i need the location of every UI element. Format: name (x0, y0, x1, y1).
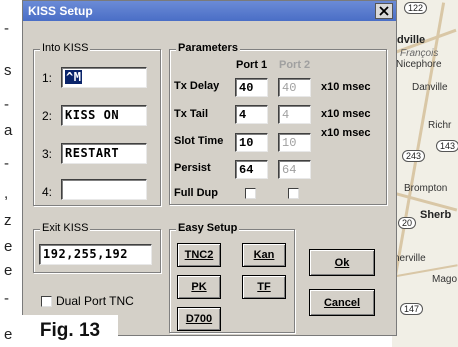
kiss-row-number: 1: (42, 71, 53, 85)
map-label: Danville (412, 82, 448, 93)
close-icon (379, 6, 389, 16)
page-glyph: e (4, 238, 13, 255)
route-shield: 147 (400, 303, 424, 315)
param-unit: x10 msec (321, 108, 371, 120)
page-glyph: a (4, 122, 13, 139)
easy-setup-label: Easy Setup (176, 222, 240, 234)
slot-time-port2-field[interactable]: 10 (278, 133, 311, 152)
map-label: dville (397, 34, 426, 46)
into-kiss-field-3[interactable]: RESTART (61, 143, 147, 164)
tx-delay-port2-field[interactable]: 40 (278, 78, 311, 97)
page-glyph: - (4, 290, 9, 307)
background-page-strip: - s - a - , z e e - e (0, 0, 22, 347)
into-kiss-field-2[interactable]: KISS ON (61, 105, 147, 126)
map-label: nerville (394, 253, 426, 264)
full-dup-label: Full Dup (174, 187, 218, 199)
page-glyph: , (4, 185, 9, 202)
port-2-header: Port 2 (279, 59, 311, 71)
port-1-header: Port 1 (236, 59, 268, 71)
route-shield: 122 (404, 2, 428, 14)
dual-port-tnc-checkbox[interactable] (41, 296, 52, 307)
parameters-label: Parameters (176, 42, 240, 54)
kiss-row-number: 3: (42, 147, 53, 161)
param-name: Tx Delay (174, 80, 220, 92)
tnc2-button-label: TNC2 (184, 249, 214, 261)
pk-button[interactable]: PK (177, 275, 221, 299)
kiss-setup-dialog: KISS Setup Into KISS 1: ^M 2: KISS ON 3:… (22, 0, 397, 336)
figure-caption: Fig. 13 (22, 315, 118, 347)
tf-button-label: TF (257, 281, 271, 293)
into-kiss-label: Into KISS (40, 42, 91, 54)
param-name: Persist (174, 162, 211, 174)
full-dup-port2-checkbox[interactable] (288, 188, 299, 199)
page-glyph: e (4, 262, 13, 279)
kan-button-label: Kan (253, 249, 275, 261)
into-kiss-field-4[interactable] (61, 179, 147, 200)
page-glyph: s (4, 62, 12, 79)
map-label: Mago (432, 274, 458, 285)
map-label: Sherb (420, 209, 452, 221)
map-label: Brompton (404, 183, 448, 194)
slot-time-port1-field[interactable]: 10 (235, 133, 268, 152)
route-shield: 20 (398, 217, 417, 229)
tx-delay-port1-field[interactable]: 40 (235, 78, 268, 97)
title-bar: KISS Setup (23, 1, 396, 21)
param-name: Tx Tail (174, 108, 209, 120)
d700-button-label: D700 (185, 313, 213, 325)
page-glyph: - (4, 155, 9, 172)
param-name: Slot Time (174, 135, 224, 147)
kiss-row-number: 2: (42, 109, 53, 123)
exit-kiss-label: Exit KISS (40, 222, 91, 234)
route-shield: 243 (402, 150, 426, 162)
map-label: François (400, 48, 439, 59)
pk-button-label: PK (191, 281, 207, 293)
tnc2-button[interactable]: TNC2 (177, 243, 221, 267)
cancel-button[interactable]: Cancel (309, 289, 375, 316)
page-glyph: z (4, 212, 12, 229)
tf-button[interactable]: TF (242, 275, 286, 299)
into-kiss-value-1: ^M (65, 70, 83, 84)
page-glyph: - (4, 20, 9, 37)
page-glyph: e (4, 326, 13, 343)
d700-button[interactable]: D700 (177, 307, 221, 331)
tx-tail-port1-field[interactable]: 4 (235, 105, 268, 124)
persist-port1-field[interactable]: 64 (235, 160, 268, 179)
window-title: KISS Setup (28, 4, 93, 18)
into-kiss-field-1[interactable]: ^M (61, 67, 147, 88)
page-glyph: - (4, 96, 9, 113)
tx-tail-port2-field[interactable]: 4 (278, 105, 311, 124)
param-unit: x10 msec (321, 81, 371, 93)
full-dup-port1-checkbox[interactable] (245, 188, 256, 199)
close-button[interactable] (375, 3, 393, 19)
param-unit: x10 msec (321, 127, 371, 139)
dual-port-tnc-label: Dual Port TNC (56, 294, 134, 308)
route-shield: 143 (436, 140, 458, 152)
background-map: 122 dville François Nicephore Danville R… (392, 0, 458, 347)
kan-button[interactable]: Kan (242, 243, 286, 267)
map-label: Richr (428, 120, 452, 131)
cancel-button-label: Cancel (323, 296, 361, 309)
exit-kiss-field[interactable]: 192,255,192 (39, 244, 152, 265)
persist-port2-field[interactable]: 64 (278, 160, 311, 179)
ok-button[interactable]: Ok (309, 249, 375, 276)
ok-button-label: Ok (334, 256, 350, 269)
kiss-row-number: 4: (42, 185, 53, 199)
map-label: Nicephore (396, 59, 442, 70)
